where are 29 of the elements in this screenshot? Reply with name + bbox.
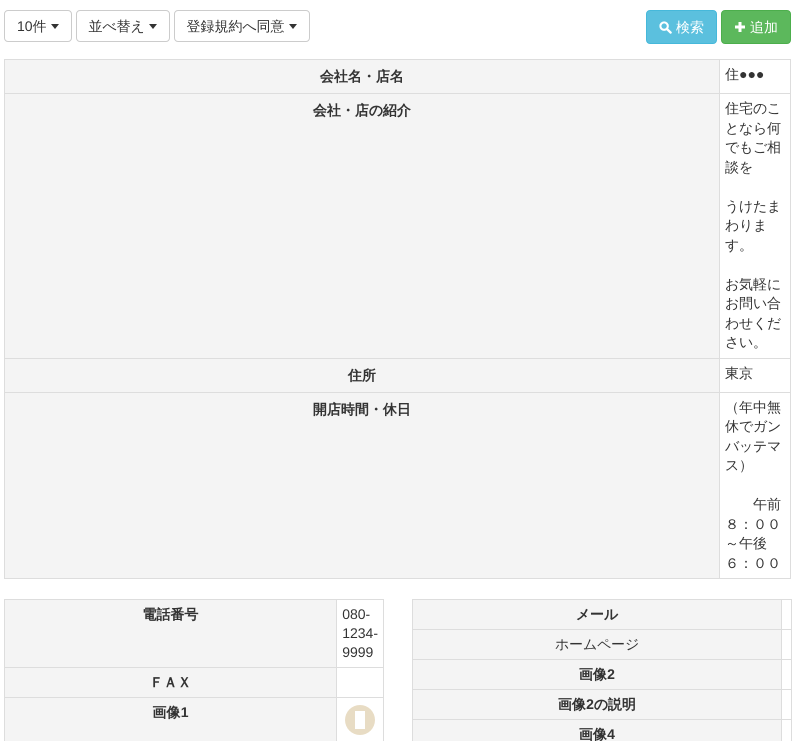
field-label: ホームページ — [412, 630, 782, 660]
dropdown-button[interactable]: 登録規約へ同意 — [174, 10, 310, 42]
image-thumbnail — [345, 705, 376, 735]
field-label: ＦＡＸ — [4, 668, 337, 698]
field-value: 住●●● — [725, 65, 766, 84]
field-value: 080-1234-9999 — [342, 606, 378, 660]
field-label: メール — [412, 600, 782, 630]
field-value: 住宅のことなら何でもご相談を — [725, 99, 782, 176]
field-value: （年中無休でガンバッテマス） — [725, 398, 782, 475]
field-label: 電話番号 — [4, 600, 337, 668]
field-value: うけたまわります。 — [725, 196, 782, 254]
field-label: 会社名・店名 — [4, 60, 720, 94]
field-value: 午前８：００～午後６：００ — [725, 495, 782, 572]
field-label: 画像4 — [412, 720, 782, 741]
field-label: 会社・店の紹介 — [4, 94, 720, 358]
field-label: 画像1 — [4, 698, 337, 741]
dropdown-button[interactable]: 10件 — [4, 10, 72, 42]
field-label: 画像2 — [412, 660, 782, 690]
caret-icon — [288, 24, 297, 28]
field-label: 住所 — [4, 358, 720, 392]
caret-icon — [50, 24, 59, 28]
plus-icon — [734, 21, 746, 33]
field-label: 画像2の説明 — [412, 690, 782, 720]
field-value: お気軽にお問い合わせください。 — [725, 274, 782, 352]
dropdown-button[interactable]: 並べ替え — [76, 10, 170, 42]
caret-icon — [148, 24, 157, 28]
search-icon — [659, 20, 672, 34]
field-value: 東京 — [725, 364, 754, 382]
field-label: 開店時間・休日 — [4, 392, 720, 578]
